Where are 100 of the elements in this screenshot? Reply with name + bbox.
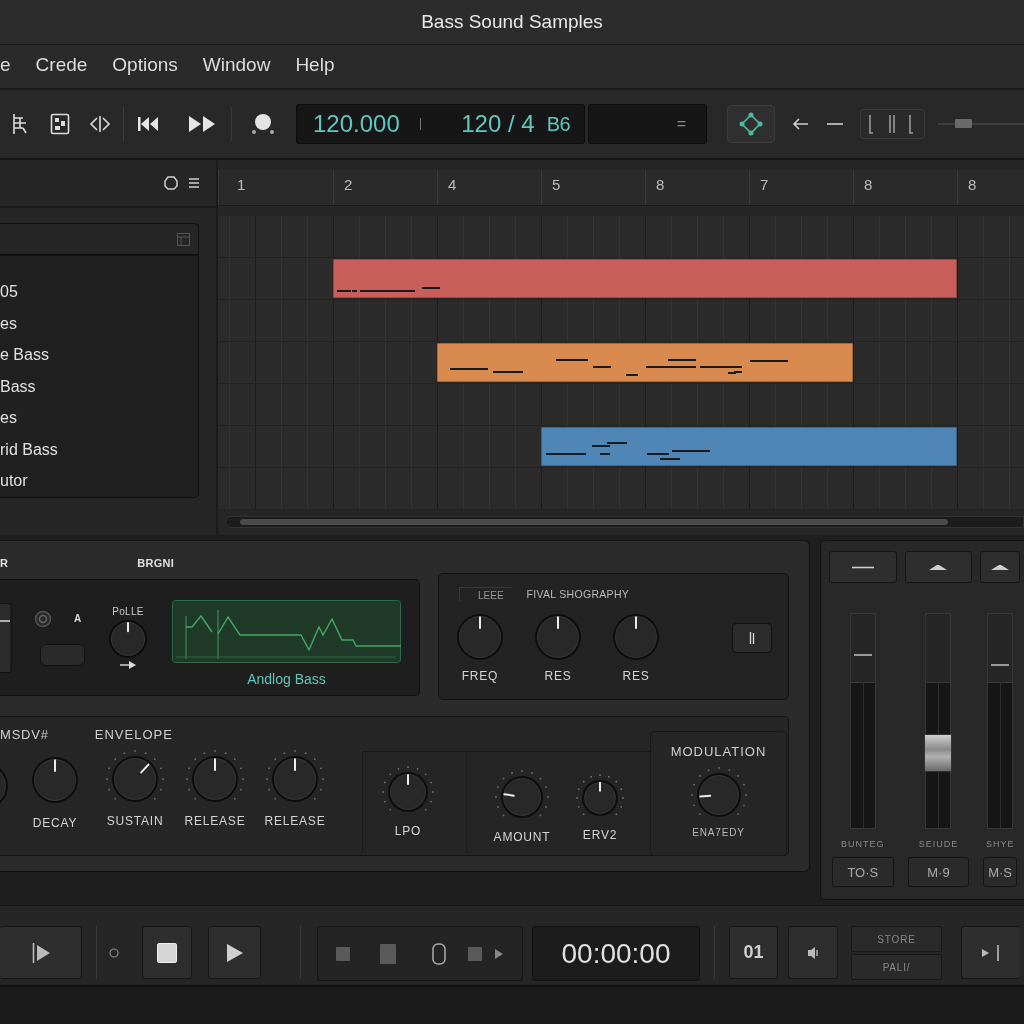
transport-button[interactable] [0, 926, 82, 979]
channel-top-button[interactable] [980, 551, 1020, 583]
play-button[interactable] [208, 926, 261, 979]
midi-clip[interactable] [333, 259, 957, 298]
browser-item[interactable]: es [0, 402, 17, 434]
knob-scale [106, 750, 164, 800]
knob[interactable] [501, 776, 543, 818]
knob-label: SUSTAIN [106, 814, 164, 828]
fast-forward-icon[interactable] [188, 115, 216, 133]
browser-item[interactable]: Bass [0, 370, 36, 402]
browser-item[interactable]: e Bass [0, 339, 49, 371]
bar-play-icon [31, 942, 50, 963]
table-icon[interactable] [11, 113, 29, 135]
knob[interactable] [109, 620, 147, 658]
play-icon[interactable] [495, 948, 503, 959]
stop-button[interactable] [142, 926, 192, 979]
recall-button[interactable]: PALI/ [851, 954, 942, 980]
section-label: R [0, 557, 9, 569]
knob[interactable] [192, 756, 238, 802]
browser-item[interactable]: rid Bass [0, 433, 58, 465]
circle-outline-icon[interactable] [109, 948, 119, 958]
audio-button[interactable] [788, 926, 838, 979]
browser-item[interactable]: 05 [0, 276, 18, 308]
knob-label: PoLLE [112, 606, 144, 617]
channel-name: SEIUDE [918, 839, 959, 849]
channel-name: BUNTEG [841, 839, 885, 849]
knob[interactable] [272, 756, 318, 802]
knob-label: RES [622, 669, 650, 683]
midi-clip[interactable] [437, 343, 853, 382]
horizontal-scrollbar[interactable] [225, 516, 1024, 528]
toggle-button[interactable] [732, 623, 772, 653]
preset-name: Andlog Bass [247, 671, 326, 687]
knob-label: RELEASE [184, 814, 246, 828]
scrollbar-thumb[interactable] [240, 519, 948, 525]
browser-item[interactable]: es [0, 307, 17, 339]
play-icon [226, 943, 243, 962]
fader-track[interactable] [987, 613, 1014, 829]
menu-item[interactable]: Crede [35, 54, 88, 76]
minus-icon[interactable] [827, 122, 843, 126]
knob[interactable] [582, 780, 618, 816]
pill-icon[interactable] [432, 942, 446, 965]
fader-track[interactable] [925, 613, 952, 829]
knob[interactable] [112, 756, 158, 802]
split-arrows-icon[interactable] [89, 115, 111, 133]
square-icon[interactable] [468, 946, 482, 961]
range-brackets-drawing[interactable] [860, 109, 925, 139]
section-label: BRGNI [137, 557, 175, 569]
knob-label: RES [544, 669, 572, 683]
square-icon[interactable] [380, 943, 396, 964]
arrow-left-icon[interactable] [792, 118, 809, 130]
window-icon[interactable] [177, 232, 190, 246]
filter-type-label: LEEE [459, 587, 512, 601]
channel-top-button[interactable] [904, 551, 973, 583]
speaker-icon [807, 945, 819, 960]
tempo-readout: 120.000 [313, 110, 400, 138]
ruler-label: 7 [760, 176, 769, 193]
knob-scale [690, 767, 747, 815]
menu-item[interactable]: Help [295, 54, 335, 76]
knob[interactable] [388, 772, 428, 812]
key-readout: B6 [546, 112, 571, 136]
menu-icon[interactable] [188, 177, 200, 189]
octagon-icon[interactable] [164, 176, 178, 190]
menu-item[interactable]: Options [112, 54, 178, 76]
pattern-square-icon[interactable] [50, 113, 70, 135]
ruler-label: 8 [968, 176, 977, 193]
menu-item[interactable]: e [0, 54, 11, 76]
browser-item[interactable]: utor [0, 465, 28, 497]
circle-icon[interactable] [251, 113, 275, 135]
knob-label: LPO [394, 824, 422, 838]
knob[interactable] [696, 773, 741, 817]
channel-button[interactable]: TO·S [832, 857, 894, 887]
knob-label: ERV2 [582, 828, 618, 842]
zoom-slider[interactable] [938, 118, 1024, 130]
mode-display: = [588, 104, 707, 144]
skip-back-icon[interactable] [137, 116, 159, 132]
track-number-button[interactable]: 01 [729, 926, 778, 979]
midi-clip[interactable] [541, 427, 957, 466]
fader-thumb[interactable] [924, 734, 953, 773]
channel-button[interactable]: M·9 [907, 857, 970, 887]
ring-icon[interactable] [34, 609, 52, 628]
timeline-ruler[interactable]: 1 2 4 5 8 7 8 8 [218, 170, 1024, 206]
fader-track[interactable] [849, 613, 876, 829]
store-button[interactable]: STORE [851, 926, 942, 952]
eject-icon [991, 564, 1010, 570]
zoom-slider-thumb[interactable] [954, 119, 972, 128]
knob-scale [576, 774, 624, 816]
arrow-right-icon [120, 661, 136, 669]
channel-button[interactable]: M·S [983, 857, 1017, 887]
square-icon[interactable] [336, 946, 350, 961]
control-label: A [74, 613, 82, 624]
knob-label: RELEASE [264, 814, 326, 828]
arrangement-grid[interactable] [218, 216, 1024, 510]
eject-icon [929, 564, 948, 570]
menu-item[interactable]: Window [202, 54, 271, 76]
target-button[interactable] [727, 105, 775, 143]
section-title: FIVAL SHOGRAPHY [526, 588, 630, 600]
fader-thumb[interactable] [991, 664, 1010, 667]
section-title: MODULATION [670, 744, 767, 759]
ruler-label: 2 [344, 176, 353, 193]
fader-thumb[interactable] [853, 653, 872, 656]
